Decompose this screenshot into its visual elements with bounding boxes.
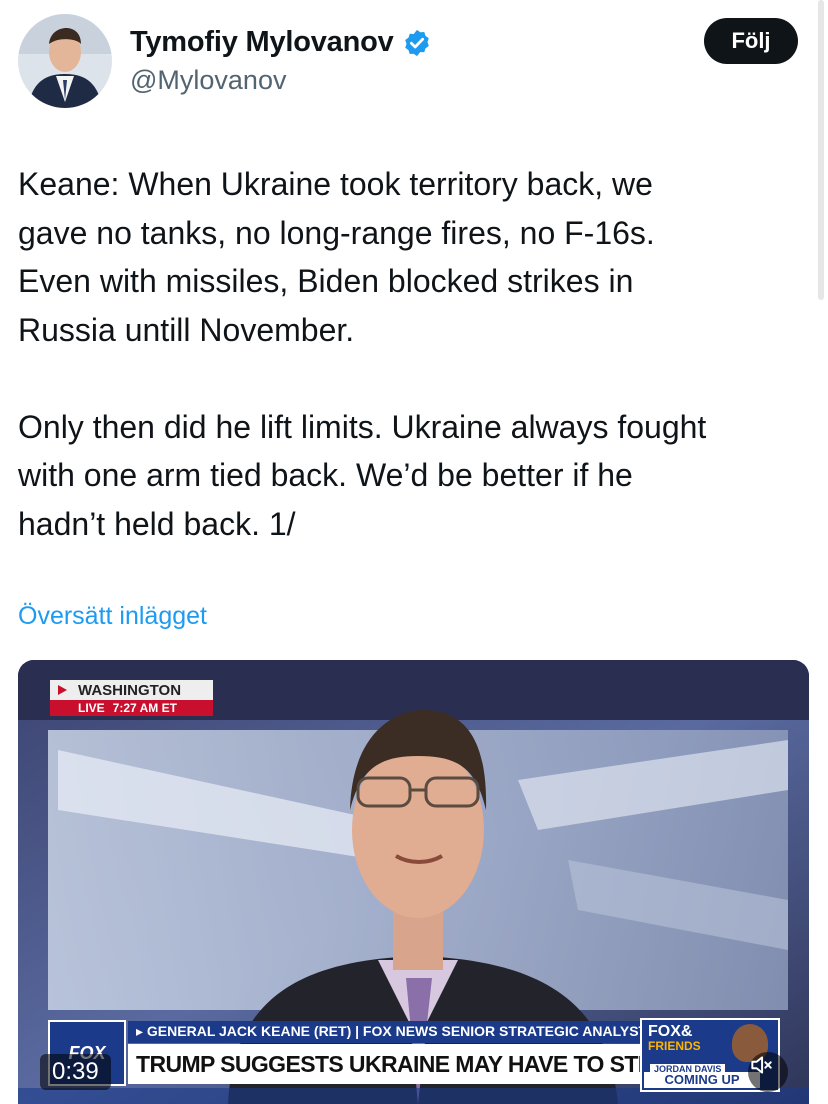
live-label: LIVE	[78, 701, 105, 715]
location-bug: WASHINGTON LIVE 7:27 AM ET	[50, 680, 213, 716]
video-timestamp: 0:39	[40, 1054, 111, 1090]
author-block: Tymofiy Mylovanov @Mylovanov	[130, 26, 432, 96]
chyron-top: ▸ GENERAL JACK KEANE (RET) | FOX NEWS SE…	[128, 1021, 666, 1043]
avatar[interactable]	[18, 14, 112, 108]
scrollbar[interactable]	[818, 0, 824, 300]
lower-third: FOX ▸ GENERAL JACK KEANE (RET) | FOX NEW…	[48, 1020, 666, 1090]
tweet-text: Keane: When Ukraine took territory back,…	[18, 166, 707, 542]
verified-badge-icon	[402, 28, 432, 58]
show-logo: FOX& FRIENDS	[648, 1023, 701, 1054]
tweet-header: Tymofiy Mylovanov @Mylovanov Följ	[18, 14, 798, 110]
coming-up-label: COMING UP	[644, 1072, 760, 1088]
location-label: WASHINGTON	[78, 682, 182, 699]
play-arrow-icon	[58, 685, 67, 695]
mute-button[interactable]	[748, 1052, 788, 1092]
video-player[interactable]: WASHINGTON LIVE 7:27 AM ET FOX ▸ GENERAL …	[18, 660, 809, 1104]
follow-button[interactable]: Följ	[704, 18, 798, 64]
speaker-muted-icon	[751, 1056, 772, 1074]
author-handle[interactable]: @Mylovanov	[130, 65, 432, 96]
author-name[interactable]: Tymofiy Mylovanov	[130, 26, 394, 59]
live-time: 7:27 AM ET	[112, 701, 177, 715]
translate-link[interactable]: Översätt inlägget	[18, 602, 207, 631]
chyron-headline: TRUMP SUGGESTS UKRAINE MAY HAVE TO STRIK…	[128, 1044, 666, 1084]
